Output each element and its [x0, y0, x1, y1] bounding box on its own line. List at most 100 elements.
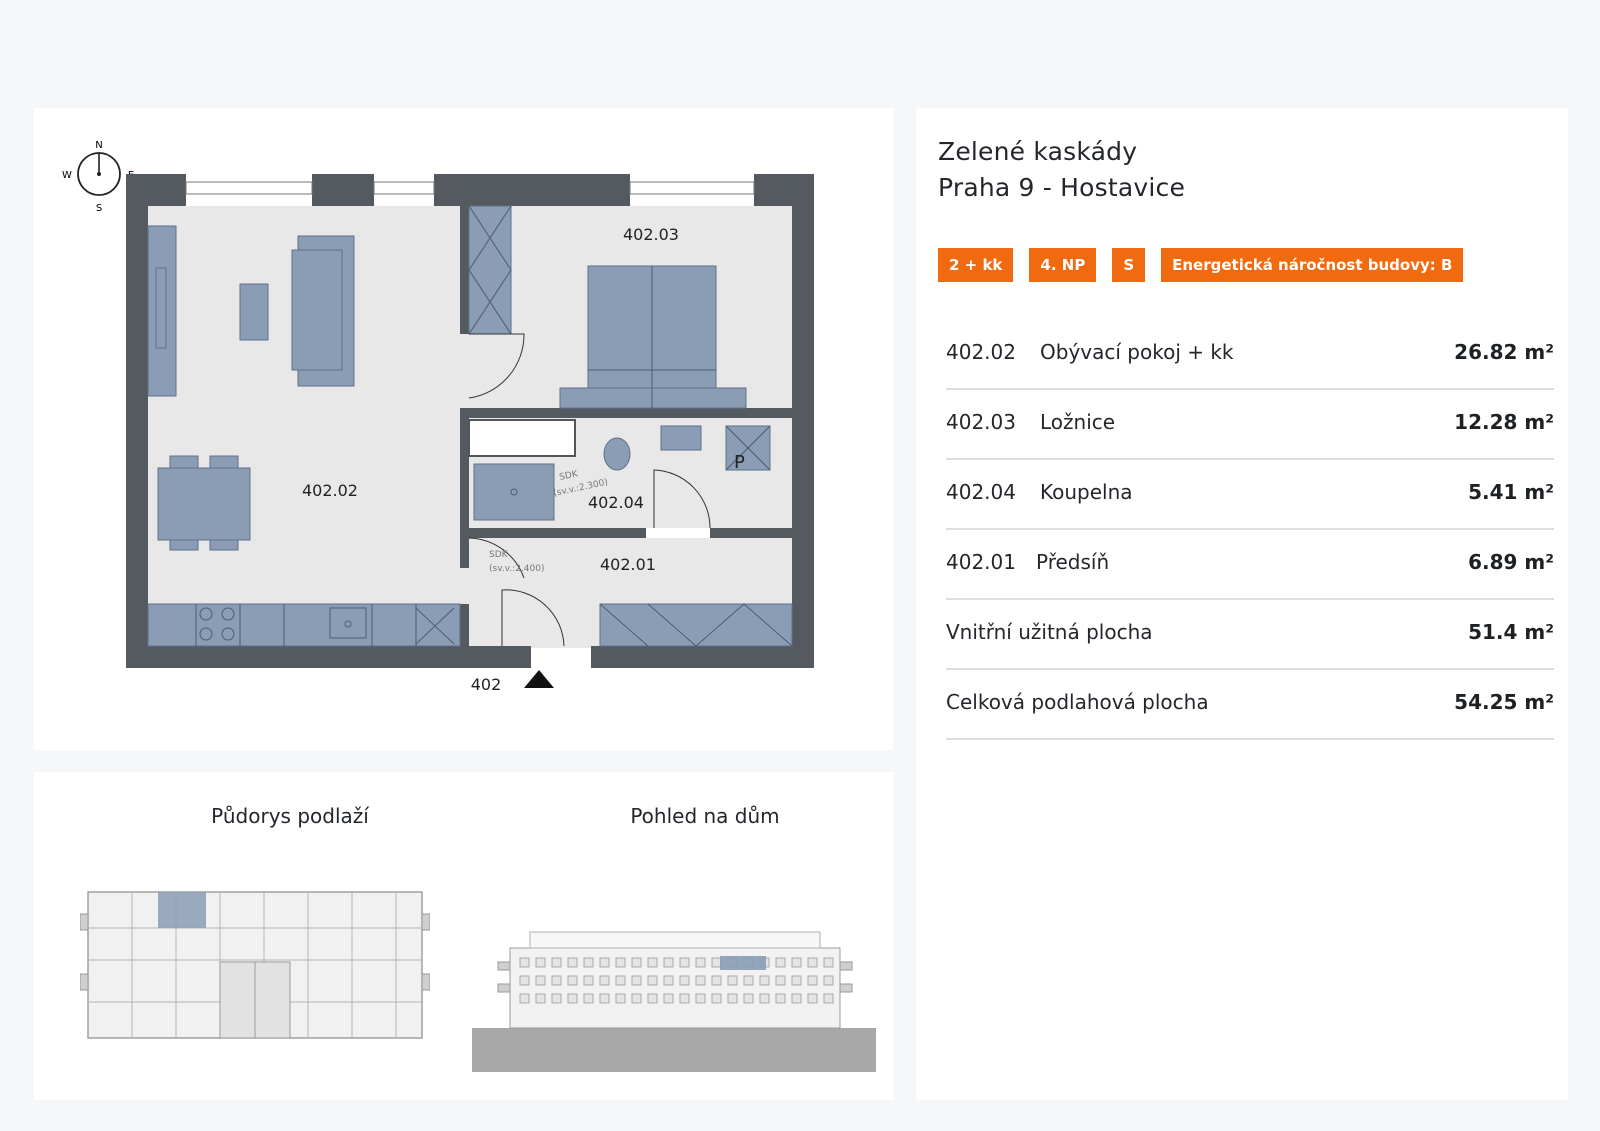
house-window	[743, 993, 754, 1004]
house-window	[775, 957, 786, 968]
house-window	[663, 957, 674, 968]
house-window	[599, 975, 610, 986]
house-window	[583, 957, 594, 968]
house-window	[791, 975, 802, 986]
house-window	[791, 993, 802, 1004]
house-window	[567, 993, 578, 1004]
house-window	[551, 957, 562, 968]
house-window	[567, 975, 578, 986]
house-window	[535, 957, 546, 968]
project-name: Zelené kaskády	[938, 137, 1138, 166]
total-name: Vnitřní užitná plocha	[946, 620, 1153, 644]
house-window	[615, 993, 626, 1004]
house-window	[679, 957, 690, 968]
room-code: 402.02	[946, 340, 1016, 364]
room-row: 402.02 Obývací pokoj + kk 26.82 m²	[946, 320, 1554, 390]
room-label-bedroom: 402.03	[623, 225, 679, 244]
highlighted-unit	[158, 892, 206, 928]
house-window	[679, 993, 690, 1004]
badge-orientation: S	[1112, 248, 1146, 282]
total-name: Celková podlahová plocha	[946, 690, 1209, 714]
house-window	[775, 993, 786, 1004]
house-window	[583, 993, 594, 1004]
house-window	[647, 993, 658, 1004]
unit-number-label: 402	[471, 675, 502, 694]
compass-w: W	[62, 170, 72, 181]
total-row: Celková podlahová plocha 54.25 m²	[946, 670, 1554, 740]
room-row: 402.03 Ložnice 12.28 m²	[946, 390, 1554, 460]
house-window	[583, 975, 594, 986]
house-window	[615, 975, 626, 986]
house-window	[823, 993, 834, 1004]
house-window	[695, 993, 706, 1004]
house-window	[807, 975, 818, 986]
house-window	[775, 975, 786, 986]
mini-views-card: Půdorys podlaží Pohled na dům	[34, 772, 893, 1100]
total-row: Vnitřní užitná plocha 51.4 m²	[946, 600, 1554, 670]
house-window	[743, 975, 754, 986]
compass-s: S	[96, 203, 102, 214]
floor-overview-image[interactable]	[80, 884, 430, 1044]
house-window	[519, 957, 530, 968]
hall-wardrobe	[599, 603, 793, 647]
room-table: 402.02 Obývací pokoj + kk 26.82 m² 402.0…	[946, 320, 1554, 740]
room-row: 402.01 Předsíň 6.89 m²	[946, 530, 1554, 600]
room-name: Předsíň	[1036, 550, 1110, 574]
badge-floor: 4. NP	[1029, 248, 1097, 282]
room-label-living: 402.02	[302, 481, 358, 500]
room-label-hall: 402.01	[600, 555, 656, 574]
house-window	[631, 975, 642, 986]
house-window	[535, 993, 546, 1004]
room-area: 6.89 m²	[1468, 550, 1554, 574]
house-window	[807, 993, 818, 1004]
room-label-bathroom: 402.04	[588, 493, 644, 512]
house-window	[647, 975, 658, 986]
house-view-image[interactable]	[472, 922, 876, 1072]
house-window	[695, 957, 706, 968]
house-window	[551, 993, 562, 1004]
house-window	[823, 975, 834, 986]
house-window	[711, 993, 722, 1004]
badge-energy: Energetická náročnost budovy: B	[1161, 248, 1464, 282]
house-window	[759, 993, 770, 1004]
room-area: 12.28 m²	[1454, 410, 1554, 434]
floor-plan-title: Půdorys podlaží	[211, 804, 369, 828]
room-code: 402.03	[946, 410, 1016, 434]
house-window	[567, 957, 578, 968]
house-window	[631, 993, 642, 1004]
house-window	[599, 993, 610, 1004]
house-window	[663, 975, 674, 986]
room-name: Koupelna	[1040, 480, 1133, 504]
house-window	[519, 993, 530, 1004]
room-area: 26.82 m²	[1454, 340, 1554, 364]
house-window	[679, 975, 690, 986]
house-window	[759, 975, 770, 986]
house-window	[615, 957, 626, 968]
house-window	[551, 975, 562, 986]
room-code: 402.01	[946, 550, 1016, 574]
compass-n: N	[95, 140, 102, 151]
house-window	[519, 975, 530, 986]
bathroom-p-label: P	[734, 452, 745, 473]
house-window	[535, 975, 546, 986]
room-name: Obývací pokoj + kk	[1040, 340, 1234, 364]
sdk-height-2: (sv.v.:2.400)	[489, 564, 545, 574]
house-window	[711, 975, 722, 986]
house-window	[599, 957, 610, 968]
house-window	[823, 957, 834, 968]
house-window	[727, 975, 738, 986]
house-view-title: Pohled na dům	[630, 804, 780, 828]
total-area: 54.25 m²	[1454, 690, 1554, 714]
floorplan-drawing: N W E S	[62, 140, 814, 694]
house-window	[663, 993, 674, 1004]
room-name: Ložnice	[1040, 410, 1116, 434]
project-location: Praha 9 - Hostavice	[938, 173, 1186, 202]
room-row: 402.04 Koupelna 5.41 m²	[946, 460, 1554, 530]
badge-list: 2 + kk 4. NP S Energetická náročnost bud…	[938, 248, 1464, 282]
house-window	[807, 957, 818, 968]
room-area: 5.41 m²	[1468, 480, 1554, 504]
house-window	[791, 957, 802, 968]
house-window	[647, 957, 658, 968]
project-title: Zelené kaskády Praha 9 - Hostavice	[938, 134, 1185, 206]
badge-layout: 2 + kk	[938, 248, 1014, 282]
